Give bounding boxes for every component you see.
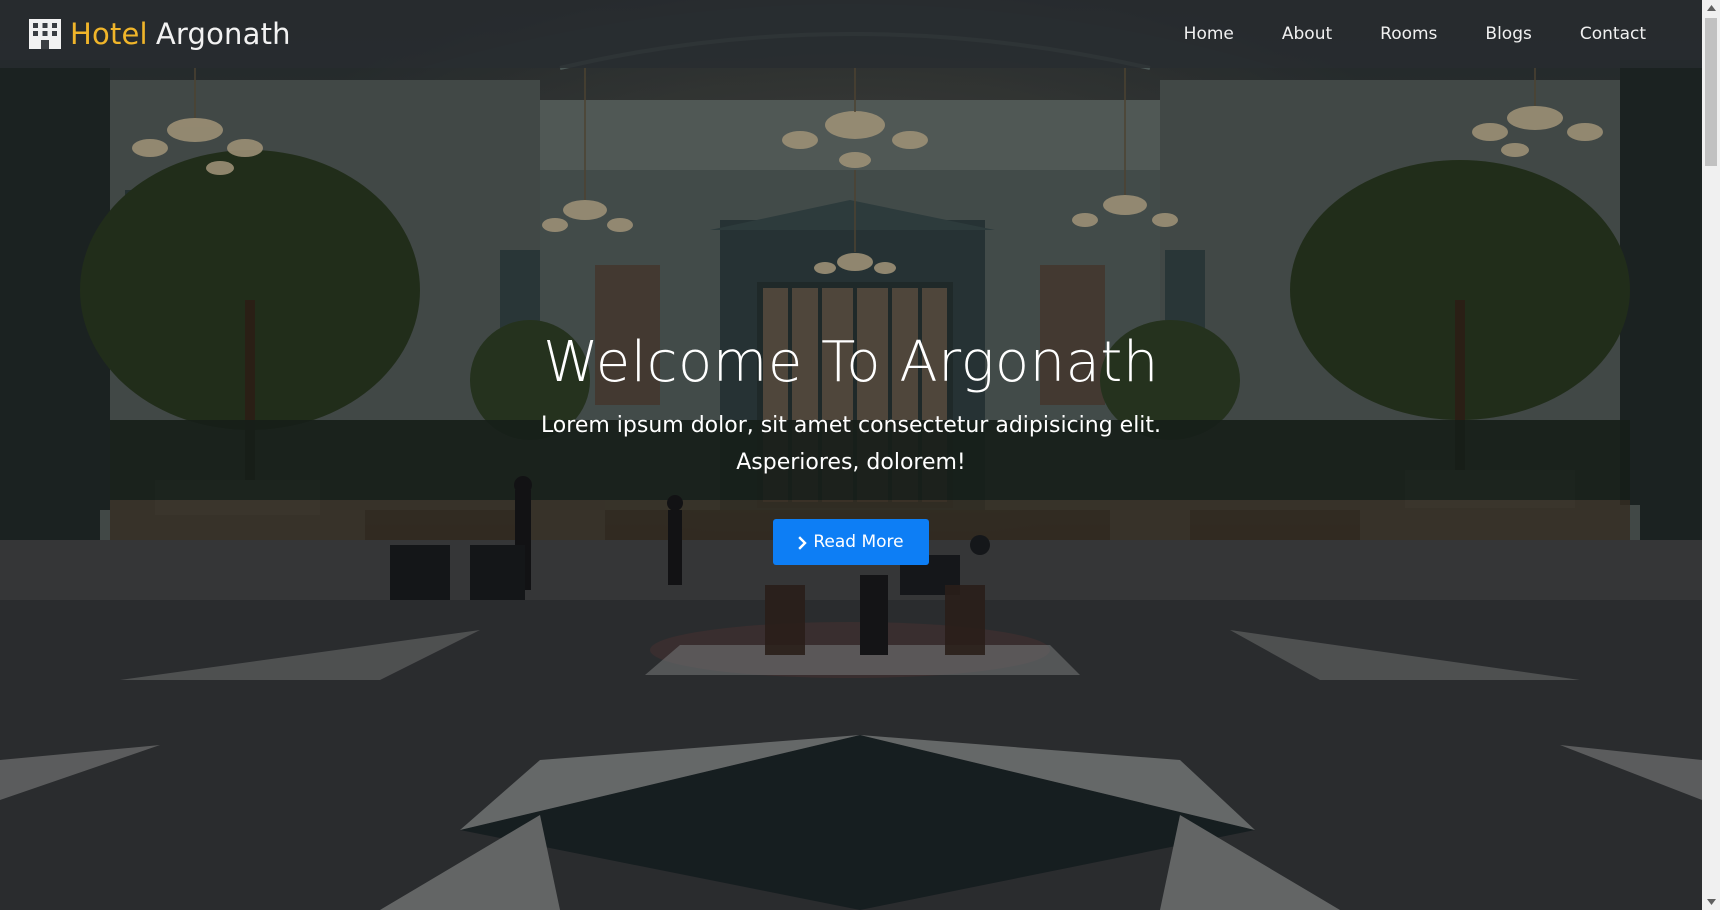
scrollbar-thumb[interactable] (1705, 18, 1717, 166)
nav-link-contact[interactable]: Contact (1556, 2, 1670, 66)
read-more-button[interactable]: Read More (773, 519, 929, 565)
building-icon (28, 18, 62, 50)
navbar: Hotel Argonath Home About Rooms Blogs Con… (0, 0, 1702, 68)
brand-name-second: Argonath (155, 17, 291, 51)
brand-name: Hotel Argonath (70, 17, 291, 51)
nav-link-rooms[interactable]: Rooms (1356, 2, 1461, 66)
page: Hotel Argonath Home About Rooms Blogs Con… (0, 0, 1720, 910)
nav-link-about[interactable]: About (1258, 2, 1356, 66)
scroll-up-arrow-icon[interactable] (1702, 0, 1720, 16)
brand-logo-link[interactable]: Hotel Argonath (28, 17, 291, 51)
nav-link-home[interactable]: Home (1160, 2, 1258, 66)
nav-links: Home About Rooms Blogs Contact (1160, 2, 1670, 66)
chevron-right-icon (798, 535, 808, 550)
hero-section: Welcome To Argonath Lorem ipsum dolor, s… (0, 330, 1702, 565)
vertical-scrollbar[interactable] (1702, 0, 1720, 910)
hero-title: Welcome To Argonath (543, 330, 1159, 395)
nav-link-blogs[interactable]: Blogs (1461, 2, 1555, 66)
brand-name-first: Hotel (70, 17, 148, 51)
read-more-label: Read More (813, 532, 904, 552)
hero-subtitle: Lorem ipsum dolor, sit amet consectetur … (540, 413, 1162, 475)
scroll-down-arrow-icon[interactable] (1702, 894, 1720, 910)
